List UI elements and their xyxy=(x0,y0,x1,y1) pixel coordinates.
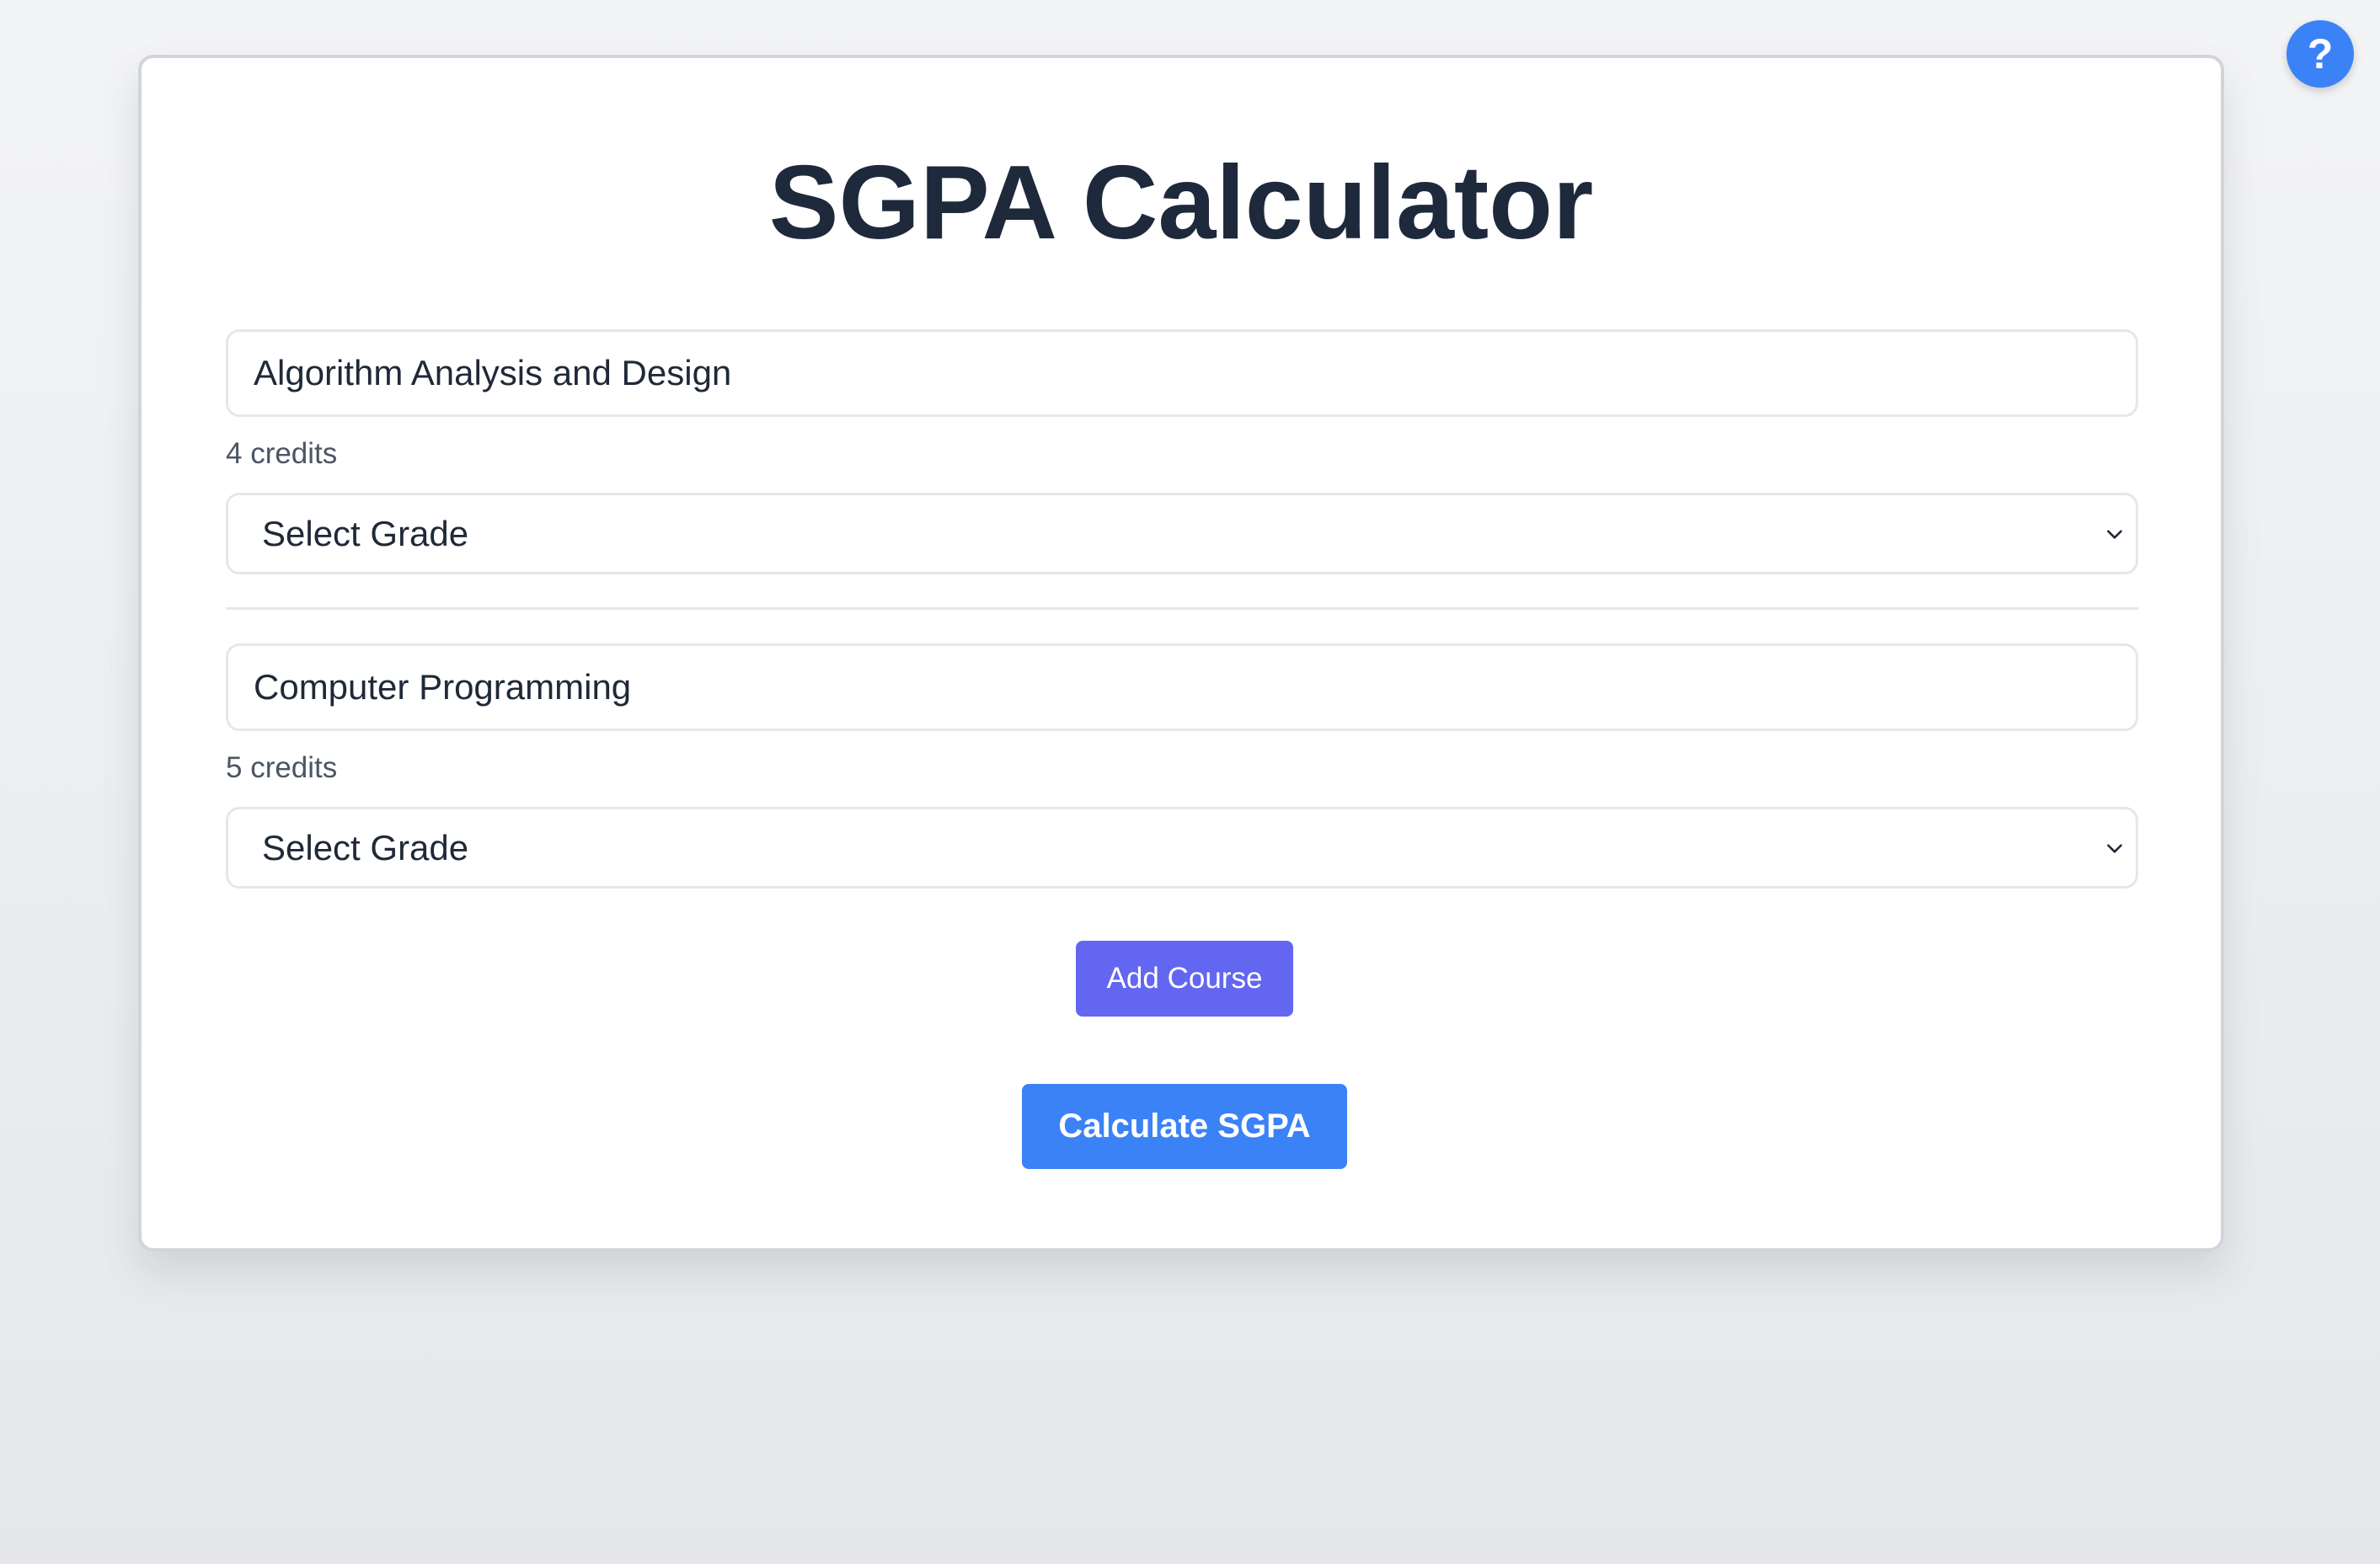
question-mark-icon: ? xyxy=(2307,30,2334,77)
help-button[interactable]: ? xyxy=(2286,20,2354,88)
chevron-down-icon xyxy=(2107,843,2122,853)
course-credits-label: 5 credits xyxy=(226,751,338,784)
grade-select-value: Select Grade xyxy=(262,513,469,553)
grade-select[interactable]: Select Grade xyxy=(226,807,2138,889)
course-name-input[interactable] xyxy=(226,329,2138,417)
grade-select-value: Select Grade xyxy=(262,827,469,867)
course-credits-label: 4 credits xyxy=(226,437,338,470)
calculator-card: SGPA Calculator 4 credits Select Grade 5… xyxy=(138,55,2224,1252)
calculate-sgpa-button[interactable]: Calculate SGPA xyxy=(1022,1084,1347,1169)
grade-select[interactable]: Select Grade xyxy=(226,493,2138,574)
add-course-button[interactable]: Add Course xyxy=(1076,941,1293,1017)
chevron-down-icon xyxy=(2107,529,2122,539)
page-title: SGPA Calculator xyxy=(768,145,1594,261)
course-name-input[interactable] xyxy=(226,643,2138,731)
course-divider xyxy=(226,607,2138,610)
